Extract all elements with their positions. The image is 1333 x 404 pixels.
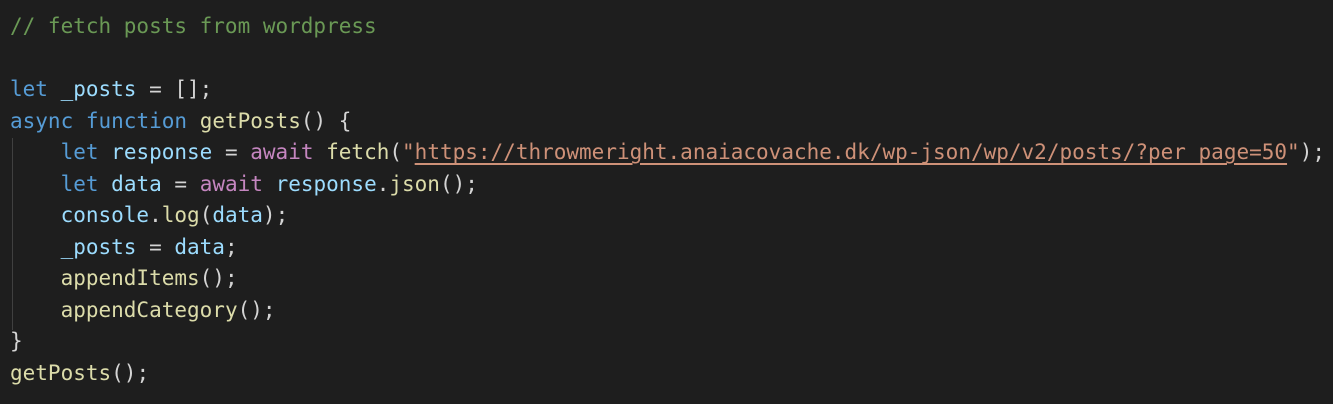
code-token: );: [262, 203, 289, 227]
code-token: await: [199, 171, 263, 196]
code-token: =: [136, 234, 175, 259]
code-line-8[interactable]: _posts = data;: [10, 232, 238, 264]
code-token: = [];: [136, 77, 213, 101]
code-line-6[interactable]: let data = await response.json();: [10, 169, 478, 201]
code-token: console: [60, 203, 150, 227]
code-line-4[interactable]: async function getPosts() {: [10, 106, 351, 138]
code-token: let: [60, 140, 99, 164]
code-token: async: [10, 108, 74, 133]
code-line-3[interactable]: let _posts = [];: [10, 74, 212, 106]
code-token[interactable]: https://throwmeright.anaiacovache.dk/wp-…: [415, 140, 1287, 164]
code-line-9[interactable]: appendItems();: [10, 263, 238, 295]
code-token: () {: [300, 108, 352, 133]
code-token: appendCategory: [60, 297, 238, 322]
code-line-11[interactable]: }: [10, 326, 23, 358]
code-token: }: [10, 329, 23, 353]
code-token: ();: [439, 171, 478, 196]
code-line-12[interactable]: getPosts();: [10, 358, 149, 390]
code-token: _posts: [60, 77, 137, 101]
code-token: data: [174, 234, 225, 259]
code-editor[interactable]: // fetch posts from wordpress let _posts …: [0, 0, 1333, 404]
code-token: // fetch posts from wordpress: [10, 14, 377, 38]
code-token: (: [199, 203, 213, 227]
code-token: data: [212, 203, 263, 227]
code-token: (: [389, 140, 403, 164]
code-token: );: [1299, 140, 1325, 164]
code-token: .: [149, 203, 162, 227]
code-token: let: [10, 77, 48, 101]
code-token: =: [212, 140, 251, 164]
code-line-10[interactable]: appendCategory();: [10, 295, 276, 327]
code-token: ();: [111, 360, 150, 385]
code-token: response: [275, 171, 377, 196]
code-token: function: [85, 108, 188, 133]
code-token: fetch: [326, 140, 390, 164]
code-token: ": [402, 140, 415, 164]
code-token: ();: [199, 266, 238, 290]
code-token: _posts: [60, 234, 137, 259]
code-token: await: [250, 140, 314, 164]
code-token: response: [111, 140, 213, 164]
code-token: json: [389, 171, 440, 196]
code-token: let: [60, 171, 99, 196]
code-token: .: [376, 171, 390, 196]
code-token: data: [111, 171, 162, 196]
code-line-1[interactable]: // fetch posts from wordpress: [10, 11, 377, 43]
code-line-5[interactable]: let response = await fetch("https://thro…: [10, 137, 1325, 169]
code-token: ();: [237, 297, 276, 322]
code-line-7[interactable]: console.log(data);: [10, 200, 289, 232]
code-token: getPosts: [10, 360, 112, 385]
code-token: getPosts: [199, 108, 301, 133]
code-token: appendItems: [60, 266, 200, 290]
code-token: =: [161, 171, 200, 196]
code-token: ;: [224, 234, 238, 259]
code-token: log: [161, 203, 200, 227]
code-token: ": [1287, 140, 1300, 164]
